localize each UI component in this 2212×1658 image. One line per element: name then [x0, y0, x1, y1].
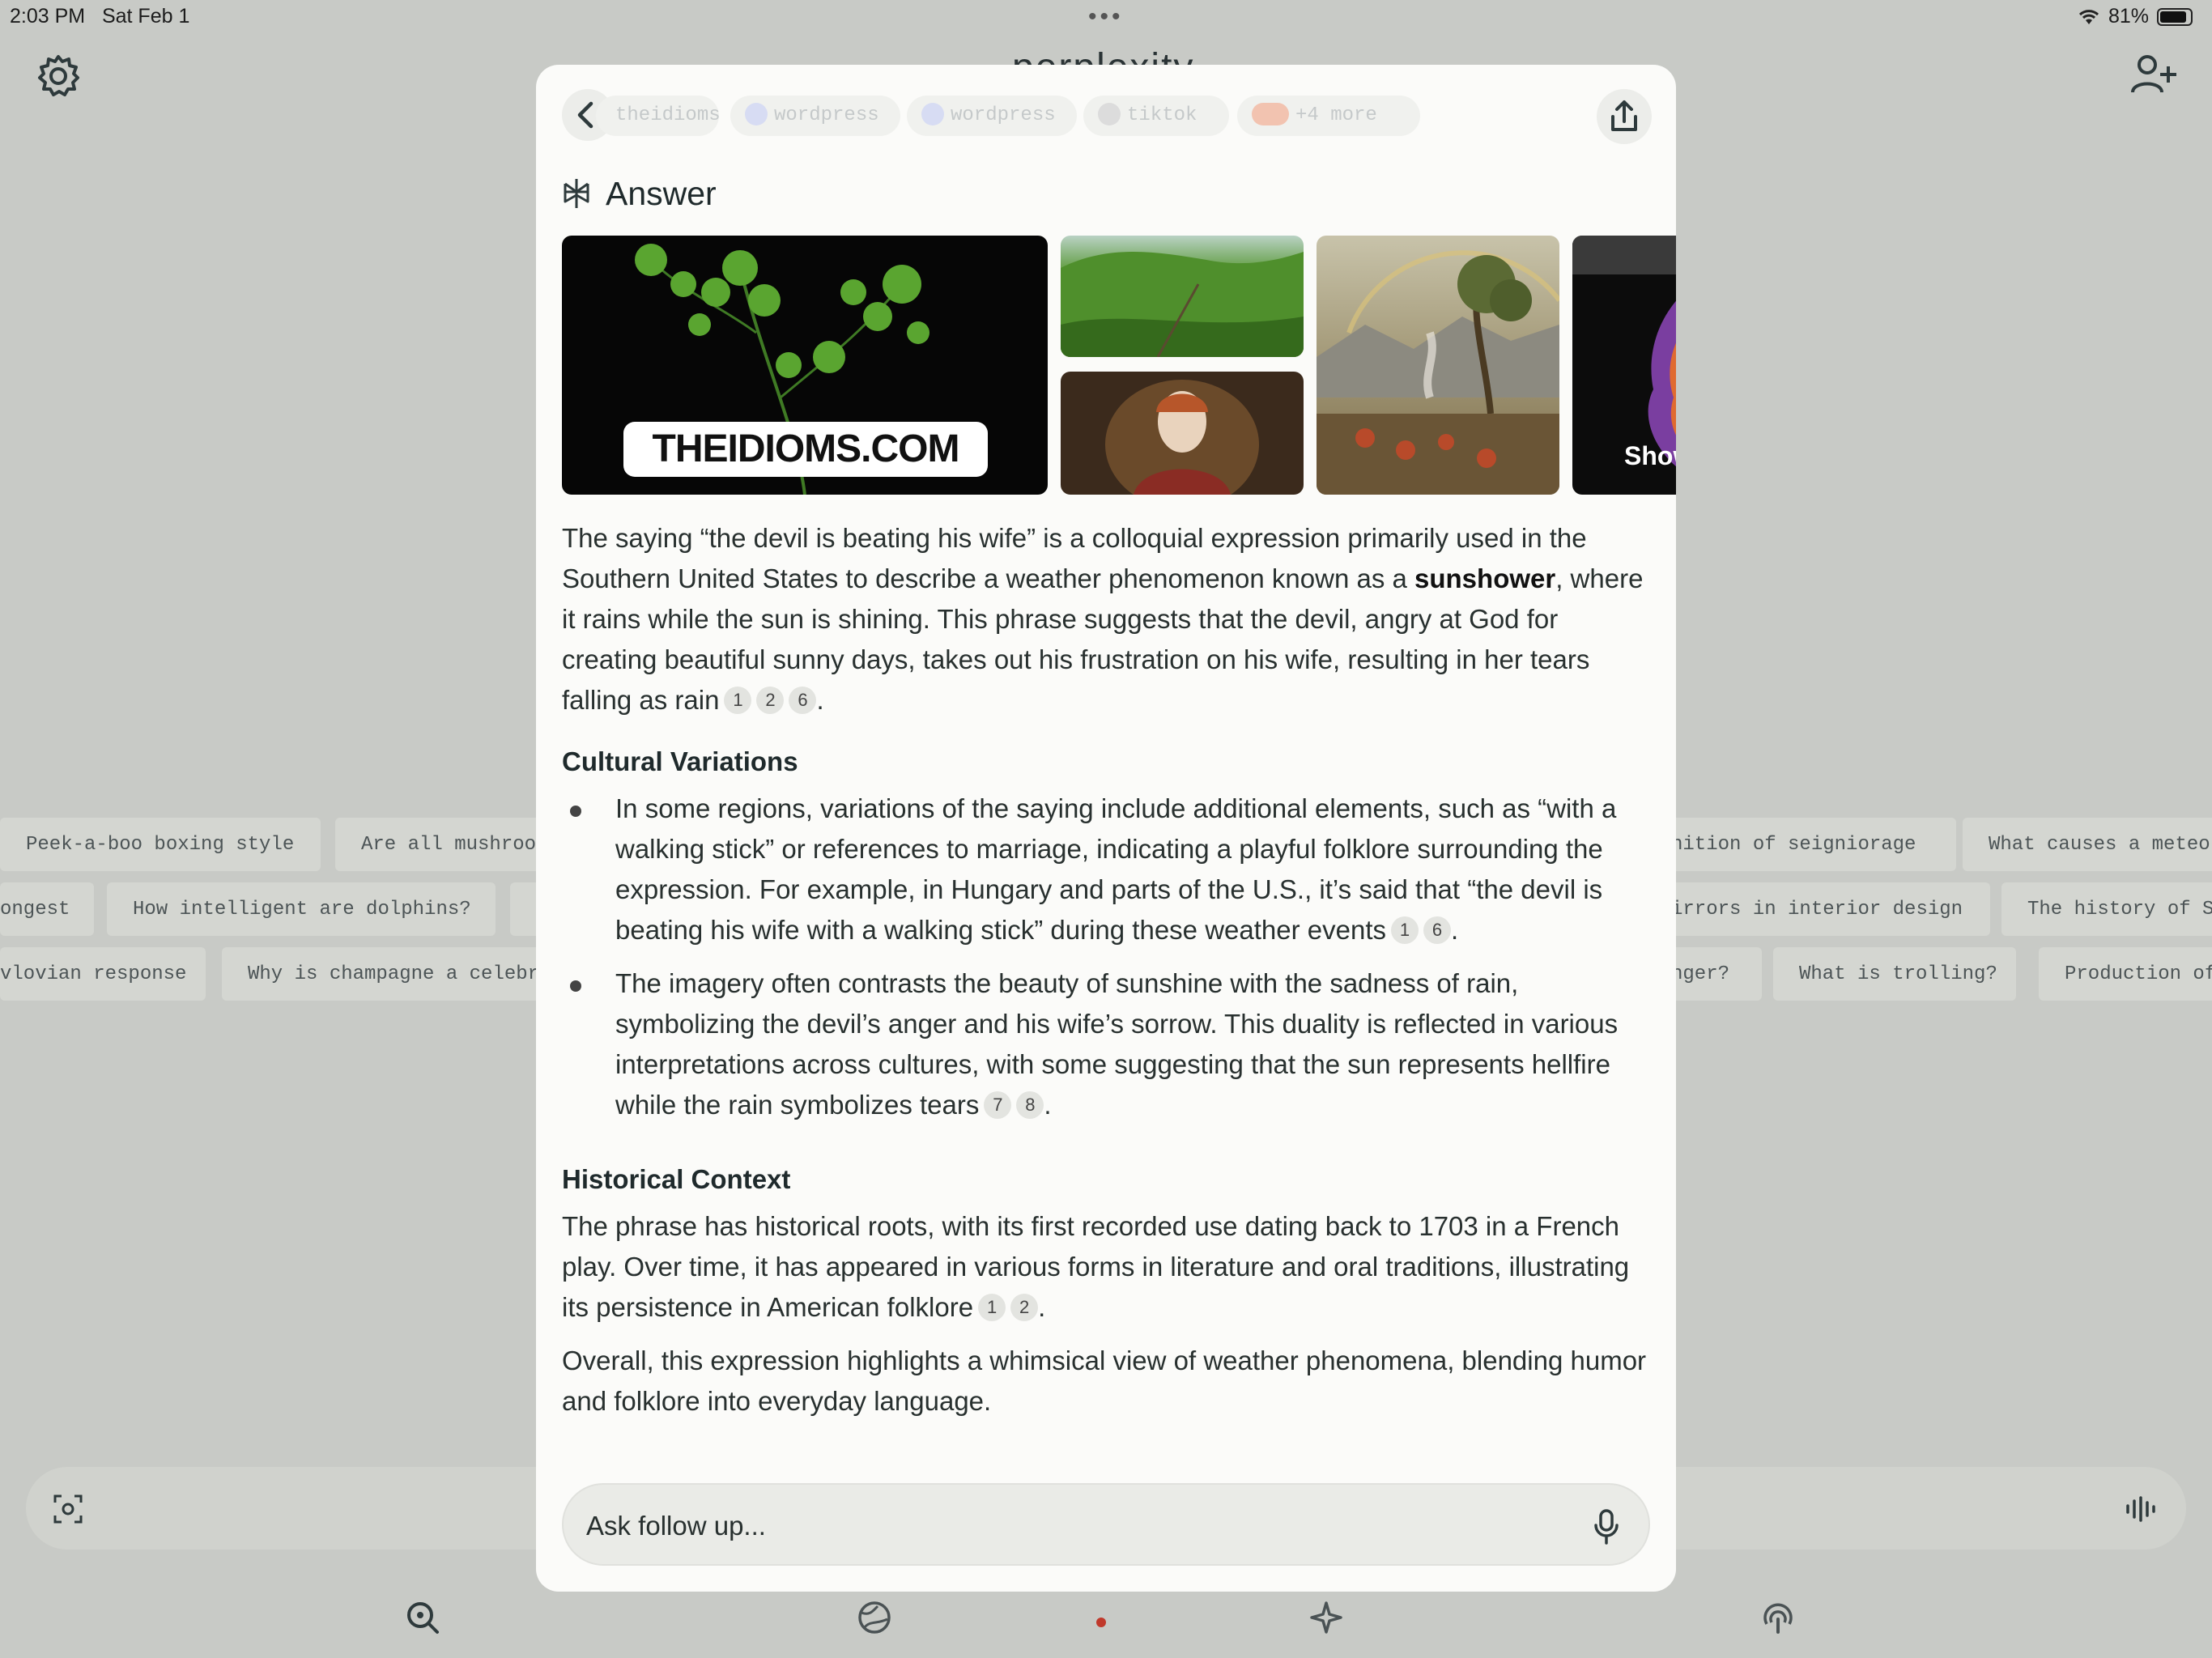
painting-illustration — [1317, 250, 1559, 495]
voice-wave-icon[interactable] — [2125, 1496, 2157, 1522]
portrait-illustration — [1105, 380, 1259, 495]
suggestion-chip[interactable]: What is trolling? — [1773, 947, 2016, 1001]
suggestion-chip[interactable]: How intelligent are dolphins? — [107, 882, 496, 936]
source-pill[interactable]: wordpress — [907, 96, 1077, 136]
source-label: theidioms — [615, 104, 721, 126]
globe-icon[interactable] — [857, 1600, 892, 1635]
status-time: 2:03 PM Sat Feb 1 — [10, 5, 190, 28]
video-show-label: Show — [1624, 441, 1676, 470]
perplexity-logo-icon — [564, 179, 589, 208]
section-title: Cultural Variations — [562, 746, 798, 776]
source-label: +4 more — [1295, 104, 1377, 126]
tiktok-icon — [1098, 103, 1121, 125]
gear-icon[interactable] — [36, 53, 81, 99]
multitasking-dots[interactable]: ••• — [1088, 3, 1124, 31]
scan-icon[interactable] — [53, 1494, 83, 1524]
add-user-icon[interactable] — [2129, 52, 2178, 97]
answer-paragraph: The phrase has historical roots, with it… — [562, 1211, 1630, 1322]
source-pill[interactable]: tiktok — [1083, 96, 1229, 136]
image-theidioms[interactable]: THEIDIOMS.COM — [562, 236, 1048, 495]
citation-badge[interactable]: 7 — [984, 1091, 1012, 1119]
citation-badge[interactable]: 6 — [789, 687, 817, 714]
citation-badge[interactable]: 6 — [1423, 916, 1451, 944]
bullet-item: The imagery often contrasts the beauty o… — [562, 963, 1655, 1125]
wordpress-icon — [745, 103, 768, 125]
suggestion-chip[interactable]: Why is champagne a celebr — [222, 947, 562, 1001]
sparkle-icon[interactable] — [1308, 1600, 1344, 1635]
battery-icon — [2157, 7, 2193, 26]
suggestion-chip[interactable]: Production of — [2039, 947, 2212, 1001]
section-title: Historical Context — [562, 1164, 791, 1194]
highlight-term: sunshower — [1414, 563, 1556, 593]
source-label: wordpress — [774, 104, 879, 126]
followup-input[interactable]: Ask follow up... — [562, 1483, 1650, 1566]
suggestion-chip[interactable]: The history of S — [2001, 882, 2212, 936]
answer-content: The saying “the devil is beating his wif… — [562, 518, 1655, 1422]
status-bar: 2:03 PM Sat Feb 1 ••• 81% — [0, 0, 2212, 32]
share-icon — [1611, 100, 1637, 131]
source-label: wordpress — [951, 104, 1056, 126]
answer-modal: theidioms wordpress wordpress tiktok +4 … — [536, 65, 1676, 1592]
followup-placeholder: Ask follow up... — [586, 1511, 766, 1541]
citation-badge[interactable]: 8 — [1016, 1091, 1044, 1119]
source-pill-more[interactable]: +4 more — [1237, 96, 1420, 136]
source-pill[interactable]: theidioms — [596, 96, 721, 136]
answer-heading: Answer — [562, 173, 717, 214]
search-icon[interactable] — [405, 1600, 440, 1635]
image-watermark: THEIDIOMS.COM — [623, 422, 988, 477]
citation-badge[interactable]: 1 — [724, 687, 752, 714]
answer-paragraph: The saying “the devil is beating his wif… — [562, 523, 1644, 715]
image-painting[interactable] — [1317, 236, 1559, 495]
citation-badge[interactable]: 2 — [756, 687, 785, 714]
suggestion-chip[interactable]: vlovian response — [0, 947, 206, 1001]
source-favicons-icon — [1252, 103, 1289, 125]
answer-paragraph: Overall, this expression highlights a wh… — [562, 1346, 1647, 1416]
citation-badge[interactable]: 1 — [978, 1294, 1006, 1321]
suggestion-chip[interactable]: Peek-a-boo boxing style — [0, 818, 321, 871]
image-portrait[interactable] — [1061, 372, 1304, 495]
source-label: tiktok — [1127, 104, 1197, 126]
citation-badge[interactable]: 2 — [1010, 1294, 1039, 1321]
notification-dot — [1096, 1618, 1106, 1627]
image-forest[interactable] — [1061, 236, 1304, 357]
wordpress-icon — [921, 103, 944, 125]
share-button[interactable] — [1597, 89, 1652, 144]
microphone-icon[interactable] — [1592, 1509, 1621, 1545]
wifi-icon — [2078, 9, 2099, 24]
suggestion-chip[interactable]: irrors in interior design — [1648, 882, 1990, 936]
answer-label: Answer — [606, 174, 717, 212]
suggestion-chip[interactable]: What causes a meteo — [1963, 818, 2212, 871]
source-pill[interactable]: wordpress — [730, 96, 900, 136]
battery-percent: 81% — [2108, 5, 2149, 28]
image-video[interactable]: Show — [1572, 236, 1676, 495]
suggestion-chip[interactable]: ongest — [0, 882, 94, 936]
citation-badge[interactable]: 1 — [1391, 916, 1419, 944]
bullet-item: In some regions, variations of the sayin… — [562, 789, 1655, 950]
forest-illustration — [1061, 252, 1304, 357]
status-indicators: 81% — [2078, 5, 2193, 28]
suggestion-chip[interactable]: nition of seigniorage — [1648, 818, 1956, 871]
broadcast-icon[interactable] — [1760, 1600, 1796, 1635]
